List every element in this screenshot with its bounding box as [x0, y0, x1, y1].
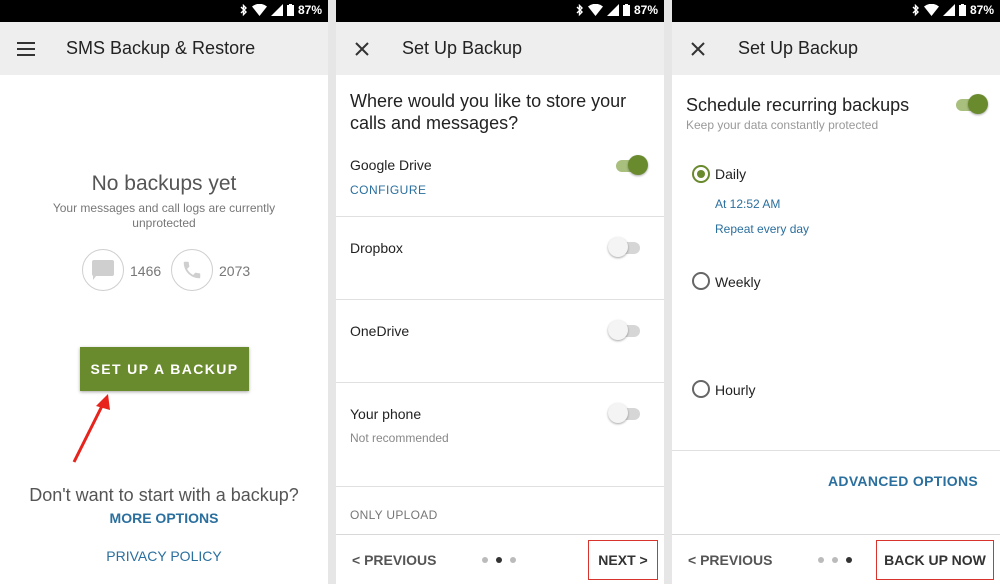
more-options-link[interactable]: MORE OPTIONS [0, 510, 328, 526]
page-indicator [818, 557, 852, 563]
calls-count: 2073 [219, 263, 251, 279]
close-icon[interactable] [350, 37, 374, 61]
page-dot [832, 557, 838, 563]
schedule-toggle[interactable] [954, 94, 988, 114]
dropbox-toggle[interactable] [608, 237, 642, 257]
phone-icon [171, 249, 213, 291]
battery-level: 87% [969, 3, 994, 17]
status-bar: 87% [336, 0, 664, 22]
back-up-now-button[interactable]: BACK UP NOW [876, 540, 994, 580]
privacy-policy-link[interactable]: PRIVACY POLICY [0, 548, 328, 564]
screen-title: Set Up Backup [738, 38, 859, 58]
screen-title: Set Up Backup [402, 38, 523, 58]
page-dot-active [496, 557, 502, 563]
daily-repeat-link[interactable]: Repeat every day [715, 222, 809, 236]
storage-question: Where would you like to store your calls… [350, 91, 627, 133]
option-subtitle: Not recommended [350, 431, 449, 445]
app-bar: Set Up Backup [672, 22, 1000, 75]
app-bar: Set Up Backup [336, 22, 664, 75]
storage-option-dropbox[interactable]: Dropbox [336, 217, 664, 300]
battery-icon [286, 4, 294, 16]
battery-level: 87% [297, 3, 322, 17]
set-up-backup-button[interactable]: SET UP A BACKUP [80, 347, 249, 391]
status-bar: 87% [0, 0, 328, 22]
page-dot [818, 557, 824, 563]
only-upload-heading: ONLY UPLOAD [350, 508, 438, 522]
storage-selection-screen: 87% Set Up Backup Where would you like t… [336, 0, 664, 584]
panel-separator [664, 0, 672, 584]
onedrive-toggle[interactable] [608, 320, 642, 340]
wifi-icon [251, 4, 267, 16]
storage-option-your-phone[interactable]: Your phone Not recommended [336, 383, 664, 487]
page-dot [510, 557, 516, 563]
bluetooth-icon [576, 3, 583, 16]
schedule-title: Schedule recurring backups [686, 95, 910, 115]
your-phone-toggle[interactable] [608, 403, 642, 423]
google-drive-toggle[interactable] [614, 155, 648, 175]
daily-time-link[interactable]: At 12:52 AM [715, 197, 780, 211]
option-label: Your phone [350, 406, 422, 422]
schedule-subtitle: Keep your data constantly protected [686, 118, 879, 132]
wifi-icon [923, 4, 939, 16]
empty-state-title: No backups yet [91, 172, 237, 195]
page-dot-active [846, 557, 852, 563]
next-button[interactable]: NEXT > [588, 540, 658, 580]
panel-separator [328, 0, 336, 584]
app-bar: SMS Backup & Restore [0, 22, 328, 75]
status-bar: 87% [672, 0, 1000, 22]
close-icon[interactable] [686, 37, 710, 61]
hamburger-menu-icon[interactable] [14, 37, 38, 61]
schedule-screen: 87% Set Up Backup Schedule recurring bac… [672, 0, 1000, 584]
wizard-bottom-bar: < PREVIOUS NEXT > [336, 534, 664, 584]
app-title: SMS Backup & Restore [66, 38, 256, 58]
wifi-icon [587, 4, 603, 16]
battery-level: 87% [633, 3, 658, 17]
configure-link[interactable]: CONFIGURE [350, 183, 427, 197]
messages-count: 1466 [130, 263, 162, 279]
signal-icon [270, 4, 283, 16]
battery-icon [958, 4, 966, 16]
bluetooth-icon [912, 3, 919, 16]
signal-icon [606, 4, 619, 16]
option-label: Google Drive [350, 157, 432, 173]
red-arrow-annotation [72, 394, 110, 463]
storage-option-onedrive[interactable]: OneDrive [336, 300, 664, 383]
option-label: OneDrive [350, 323, 410, 339]
message-icon [82, 249, 124, 291]
hourly-label[interactable]: Hourly [715, 382, 755, 398]
previous-button[interactable]: < PREVIOUS [688, 552, 772, 568]
weekly-radio[interactable] [692, 272, 710, 290]
home-screen: 87% SMS Backup & Restore No backups yet … [0, 0, 328, 584]
hourly-radio[interactable] [692, 380, 710, 398]
option-label: Dropbox [350, 240, 403, 256]
weekly-label[interactable]: Weekly [715, 274, 761, 290]
advanced-options-link[interactable]: ADVANCED OPTIONS [828, 473, 978, 489]
bluetooth-icon [240, 3, 247, 16]
wizard-bottom-bar: < PREVIOUS BACK UP NOW [672, 534, 1000, 584]
storage-option-google-drive[interactable]: Google Drive CONFIGURE [336, 145, 664, 217]
previous-button[interactable]: < PREVIOUS [352, 552, 436, 568]
page-dot [482, 557, 488, 563]
page-indicator [482, 557, 516, 563]
battery-icon [622, 4, 630, 16]
empty-state-subtitle: Your messages and call logs are currentl… [52, 201, 276, 230]
no-backup-prompt: Don't want to start with a backup? [29, 485, 299, 505]
section-divider [672, 450, 1000, 451]
daily-radio[interactable] [692, 165, 710, 183]
signal-icon [942, 4, 955, 16]
daily-label[interactable]: Daily [715, 166, 746, 182]
